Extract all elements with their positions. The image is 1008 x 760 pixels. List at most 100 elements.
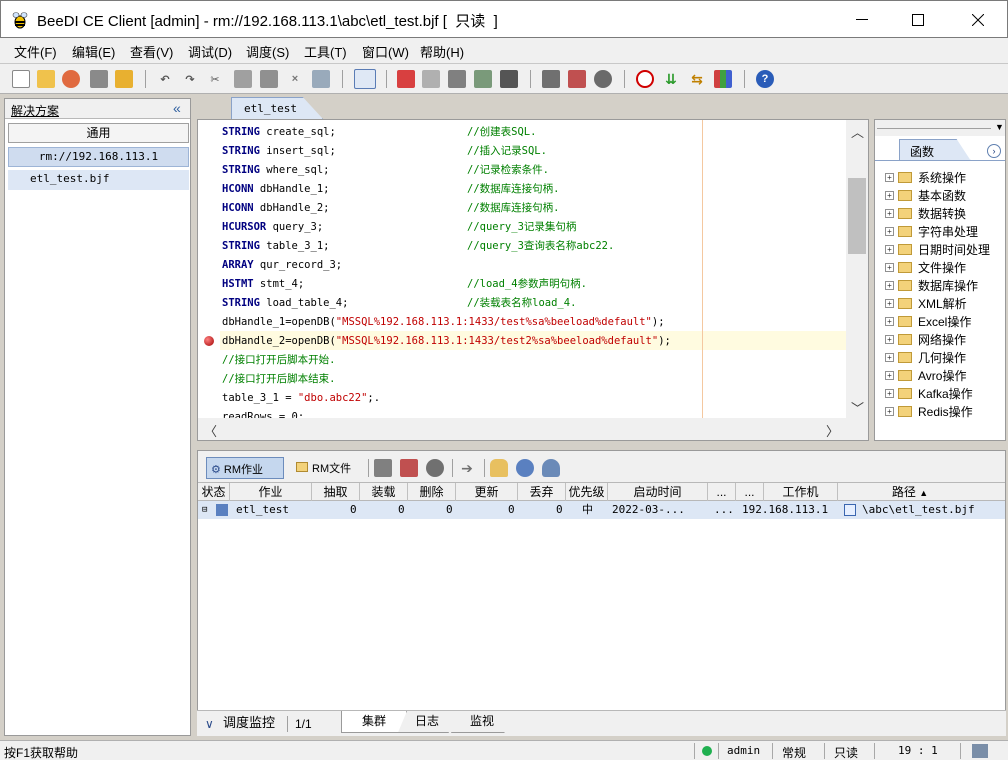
function-category-item[interactable]: + 文件操作 (885, 258, 966, 276)
vertical-scrollbar[interactable]: ︿ ﹀ (846, 120, 868, 418)
transfer-icon[interactable]: ⇆ (688, 70, 706, 88)
code-line[interactable]: dbHandle_1=openDB("MSSQL%192.168.113.1:1… (222, 313, 665, 332)
step-icon[interactable] (448, 70, 466, 88)
code-line[interactable]: ARRAY qur_record_3; (222, 256, 342, 275)
expand-icon[interactable]: ⊟ (202, 501, 207, 519)
col-load[interactable]: 装载 (360, 483, 408, 501)
expand-icon[interactable]: + (885, 406, 894, 416)
function-category-item[interactable]: + 字符串处理 (885, 222, 978, 240)
col-job[interactable]: 作业 (230, 483, 312, 501)
compile-icon[interactable] (397, 70, 415, 88)
menu-tools[interactable]: 工具(T) (304, 42, 347, 61)
help-icon[interactable]: ? (756, 70, 774, 88)
arrow-right-icon[interactable]: ➔ (458, 459, 476, 477)
panel-menu-icon[interactable]: ▼ (995, 122, 1004, 132)
function-category-item[interactable]: + 数据转换 (885, 204, 966, 222)
scroll-left-icon[interactable]: 〈 (204, 421, 217, 440)
function-category-item[interactable]: + 几何操作 (885, 348, 966, 366)
open-folder-icon[interactable] (37, 70, 55, 88)
stop-job-icon[interactable] (400, 459, 418, 477)
horizontal-scrollbar[interactable]: 〈 〉 (198, 418, 868, 440)
rm-file-button[interactable]: RM文件 (292, 457, 360, 479)
expand-icon[interactable]: + (885, 172, 894, 182)
chat-icon[interactable] (594, 70, 612, 88)
code-line[interactable]: HSTMT stmt_4; //load_4参数声明句柄. (222, 275, 587, 294)
expand-icon[interactable]: + (885, 208, 894, 218)
scroll-up-icon[interactable]: ︿ (851, 122, 864, 141)
expand-icon[interactable]: + (885, 244, 894, 254)
menu-window[interactable]: 窗口(W) (362, 42, 409, 61)
new-file-icon[interactable] (12, 70, 30, 88)
open-remote-icon[interactable] (62, 70, 80, 88)
chevron-down-icon[interactable]: ∨ (205, 714, 214, 736)
menu-debug[interactable]: 调试(D) (188, 42, 232, 61)
col-update[interactable]: 更新 (456, 483, 518, 501)
code-line[interactable]: table_3_1 = "dbo.abc22";. (222, 389, 380, 408)
code-line[interactable]: dbHandle_2=openDB("MSSQL%192.168.113.1:1… (222, 332, 671, 351)
save-icon[interactable] (90, 70, 108, 88)
gear-icon[interactable] (542, 70, 560, 88)
tab-log[interactable]: 日志 (397, 711, 457, 733)
col-path[interactable]: 路径 ▲ (838, 483, 982, 501)
function-category-item[interactable]: + Redis操作 (885, 402, 973, 420)
expand-icon[interactable]: + (885, 298, 894, 308)
col-extra-2[interactable]: ... (736, 483, 764, 501)
expand-icon[interactable]: + (885, 352, 894, 362)
stop-icon[interactable] (636, 70, 654, 88)
expand-icon[interactable]: + (885, 190, 894, 200)
expand-icon[interactable]: + (885, 334, 894, 344)
code-line[interactable]: readRows = 0; (222, 408, 304, 418)
col-priority[interactable]: 优先级 (566, 483, 608, 501)
undo-icon[interactable]: ↶ (156, 70, 174, 88)
users-icon[interactable] (516, 459, 534, 477)
download-icon[interactable]: ⇊ (662, 70, 680, 88)
menu-view[interactable]: 查看(V) (130, 42, 173, 61)
tab-cluster[interactable]: 集群 (341, 711, 407, 733)
code-line[interactable]: HCURSOR query_3; //query_3记录集句柄 (222, 218, 576, 237)
close-button[interactable] (955, 1, 1001, 39)
copy-icon[interactable] (234, 70, 252, 88)
code-editor[interactable]: STRING create_sql; //创建表SQL. STRING insert… (197, 119, 869, 441)
expand-icon[interactable]: + (885, 370, 894, 380)
code-line[interactable]: //接口打开后脚本结束. (222, 370, 335, 389)
function-category-item[interactable]: + 系统操作 (885, 168, 966, 186)
function-category-item[interactable]: + 数据库操作 (885, 276, 978, 294)
expand-icon[interactable]: + (885, 226, 894, 236)
expand-icon[interactable]: + (885, 262, 894, 272)
col-status[interactable]: 状态 (198, 483, 230, 501)
cut-icon[interactable]: ✂ (206, 70, 224, 88)
chart-icon[interactable] (714, 70, 732, 88)
tab-functions[interactable]: 函数 (899, 139, 971, 161)
function-category-item[interactable]: + Kafka操作 (885, 384, 973, 402)
menu-file[interactable]: 文件(F) (14, 42, 57, 61)
code-line[interactable]: HCONN dbHandle_2; //数据库连接句柄. (222, 199, 559, 218)
expand-icon[interactable]: + (885, 280, 894, 290)
minimize-button[interactable] (839, 1, 885, 39)
save-all-icon[interactable] (115, 70, 133, 88)
user-icon[interactable] (542, 459, 560, 477)
function-category-item[interactable]: + 网络操作 (885, 330, 966, 348)
function-category-item[interactable]: + 基本函数 (885, 186, 966, 204)
vertical-scroll-thumb[interactable] (848, 178, 866, 254)
function-category-item[interactable]: + Excel操作 (885, 312, 971, 330)
expand-icon[interactable]: + (885, 316, 894, 326)
code-line[interactable]: STRING table_3_1; //query_3查询表名称abc22. (222, 237, 614, 256)
menu-help[interactable]: 帮助(H) (420, 42, 464, 61)
server-node[interactable]: rm://192.168.113.1 (8, 147, 189, 167)
rm-job-button[interactable]: ⚙ RM作业 (206, 457, 284, 479)
binoculars-icon[interactable] (500, 70, 518, 88)
debug-icon[interactable] (474, 70, 492, 88)
gear-icon[interactable] (374, 459, 392, 477)
col-extract[interactable]: 抽取 (312, 483, 360, 501)
stop-job-icon[interactable] (568, 70, 586, 88)
database-icon[interactable] (490, 459, 508, 477)
find-icon[interactable] (312, 70, 330, 88)
file-node-etl-test[interactable]: etl_test.bjf (8, 170, 189, 190)
delete-icon[interactable]: × (286, 70, 304, 88)
tab-general[interactable]: 通用 (8, 123, 189, 143)
code-line[interactable]: //接口打开后脚本开始. (222, 351, 335, 370)
function-category-item[interactable]: + 日期时间处理 (885, 240, 990, 258)
expand-icon[interactable]: + (885, 388, 894, 398)
maximize-button[interactable] (895, 1, 941, 39)
col-worker[interactable]: 工作机 (764, 483, 838, 501)
